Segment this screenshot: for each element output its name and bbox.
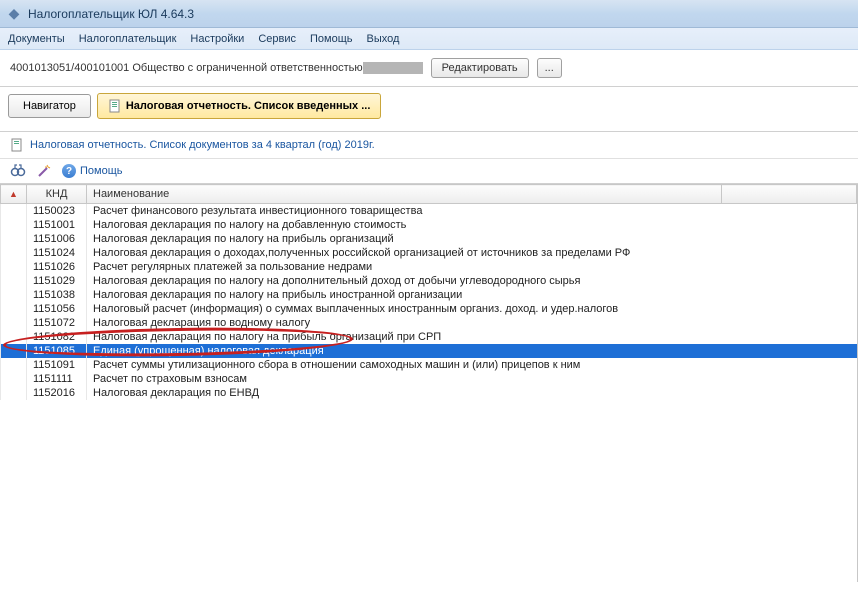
section-title: Налоговая отчетность. Список документов … bbox=[30, 139, 375, 151]
name-cell: Налоговая декларация о доходах,полученны… bbox=[87, 246, 857, 260]
knd-column[interactable]: КНД bbox=[27, 185, 87, 204]
tax-report-button[interactable]: Налоговая отчетность. Список введенных .… bbox=[97, 93, 382, 119]
more-button[interactable]: ... bbox=[537, 58, 562, 78]
row-indicator bbox=[1, 302, 27, 316]
row-indicator bbox=[1, 386, 27, 400]
toolbar-help[interactable]: ? Помощь bbox=[62, 164, 123, 178]
knd-cell: 1151085 bbox=[27, 344, 87, 358]
row-indicator bbox=[1, 260, 27, 274]
table-row[interactable]: 1151038Налоговая декларация по налогу на… bbox=[1, 288, 857, 302]
menu-taxpayer[interactable]: Налогоплательщик bbox=[79, 33, 177, 45]
info-bar: 4001013051/400101001 Общество с ограниче… bbox=[0, 50, 858, 87]
name-cell: Налоговый расчет (информация) о суммах в… bbox=[87, 302, 857, 316]
document-icon bbox=[108, 99, 122, 113]
section-header: Налоговая отчетность. Список документов … bbox=[0, 131, 858, 158]
sort-column[interactable]: ▲ bbox=[1, 185, 27, 204]
knd-cell: 1151082 bbox=[27, 330, 87, 344]
menu-service[interactable]: Сервис bbox=[258, 33, 296, 45]
name-cell: Налоговая декларация по налогу на дополн… bbox=[87, 274, 857, 288]
row-indicator bbox=[1, 288, 27, 302]
name-cell: Расчет регулярных платежей за пользовани… bbox=[87, 260, 857, 274]
name-cell: Налоговая декларация по ЕНВД bbox=[87, 386, 857, 400]
title-bar: ◆ Налогоплательщик ЮЛ 4.64.3 bbox=[0, 0, 858, 28]
name-cell: Расчет финансового результата инвестицио… bbox=[87, 204, 857, 219]
org-info: 4001013051/400101001 Общество с ограниче… bbox=[10, 62, 423, 74]
tax-report-label: Налоговая отчетность. Список введенных .… bbox=[126, 100, 371, 112]
menu-settings[interactable]: Настройки bbox=[190, 33, 244, 45]
window-title: Налогоплательщик ЮЛ 4.64.3 bbox=[28, 7, 194, 21]
knd-cell: 1152016 bbox=[27, 386, 87, 400]
knd-cell: 1151001 bbox=[27, 218, 87, 232]
row-indicator bbox=[1, 372, 27, 386]
name-column[interactable]: Наименование bbox=[87, 185, 722, 204]
table-row[interactable]: 1151029Налоговая декларация по налогу на… bbox=[1, 274, 857, 288]
row-indicator bbox=[1, 218, 27, 232]
knd-cell: 1150023 bbox=[27, 204, 87, 219]
org-hidden-part bbox=[363, 62, 423, 74]
table-row[interactable]: 1151072Налоговая декларация по водному н… bbox=[1, 316, 857, 330]
documents-table[interactable]: ▲ КНД Наименование 1150023Расчет финансо… bbox=[0, 184, 857, 400]
sort-arrow-icon: ▲ bbox=[9, 189, 18, 199]
name-cell: Налоговая декларация по налогу на прибыл… bbox=[87, 330, 857, 344]
toolbar: ? Помощь bbox=[0, 158, 858, 184]
name-cell: Налоговая декларация по налогу на прибыл… bbox=[87, 232, 857, 246]
row-indicator bbox=[1, 358, 27, 372]
menu-exit[interactable]: Выход bbox=[367, 33, 400, 45]
table-row[interactable]: 1151091Расчет суммы утилизационного сбор… bbox=[1, 358, 857, 372]
name-cell: Расчет суммы утилизационного сбора в отн… bbox=[87, 358, 857, 372]
row-indicator bbox=[1, 232, 27, 246]
knd-cell: 1151006 bbox=[27, 232, 87, 246]
table-row[interactable]: 1151001Налоговая декларация по налогу на… bbox=[1, 218, 857, 232]
table-row[interactable]: 1151082Налоговая декларация по налогу на… bbox=[1, 330, 857, 344]
wand-icon[interactable] bbox=[36, 163, 52, 179]
table-row[interactable]: 1151085Единая (упрощенная) налоговая дек… bbox=[1, 344, 857, 358]
menu-documents[interactable]: Документы bbox=[8, 33, 65, 45]
app-icon: ◆ bbox=[6, 6, 22, 22]
name-cell: Налоговая декларация по налогу на прибыл… bbox=[87, 288, 857, 302]
knd-cell: 1151038 bbox=[27, 288, 87, 302]
row-indicator bbox=[1, 344, 27, 358]
table-row[interactable]: 1150023Расчет финансового результата инв… bbox=[1, 204, 857, 219]
knd-cell: 1151024 bbox=[27, 246, 87, 260]
knd-cell: 1151111 bbox=[27, 372, 87, 386]
table-row[interactable]: 1152016Налоговая декларация по ЕНВД bbox=[1, 386, 857, 400]
help-icon: ? bbox=[62, 164, 76, 178]
toolbar-help-label: Помощь bbox=[80, 165, 123, 177]
knd-cell: 1151029 bbox=[27, 274, 87, 288]
name-cell: Расчет по страховым взносам bbox=[87, 372, 857, 386]
row-indicator bbox=[1, 274, 27, 288]
table-row[interactable]: 1151026Расчет регулярных платежей за пол… bbox=[1, 260, 857, 274]
name-cell: Единая (упрощенная) налоговая декларация bbox=[87, 344, 857, 358]
menu-bar: Документы Налогоплательщик Настройки Сер… bbox=[0, 28, 858, 50]
row-indicator bbox=[1, 246, 27, 260]
edit-button[interactable]: Редактировать bbox=[431, 58, 529, 78]
menu-help[interactable]: Помощь bbox=[310, 33, 353, 45]
nav-bar: Навигатор Налоговая отчетность. Список в… bbox=[0, 87, 858, 125]
row-indicator bbox=[1, 316, 27, 330]
table-row[interactable]: 1151024Налоговая декларация о доходах,по… bbox=[1, 246, 857, 260]
navigator-button[interactable]: Навигатор bbox=[8, 94, 91, 118]
table-header: ▲ КНД Наименование bbox=[1, 185, 857, 204]
table-row[interactable]: 1151006Налоговая декларация по налогу на… bbox=[1, 232, 857, 246]
grid-wrapper: ▲ КНД Наименование 1150023Расчет финансо… bbox=[0, 184, 858, 582]
name-cell: Налоговая декларация по налогу на добавл… bbox=[87, 218, 857, 232]
knd-cell: 1151056 bbox=[27, 302, 87, 316]
table-row[interactable]: 1151111Расчет по страховым взносам bbox=[1, 372, 857, 386]
binoculars-icon[interactable] bbox=[10, 163, 26, 179]
name-cell: Налоговая декларация по водному налогу bbox=[87, 316, 857, 330]
knd-cell: 1151091 bbox=[27, 358, 87, 372]
row-indicator bbox=[1, 204, 27, 219]
section-icon bbox=[10, 138, 24, 152]
table-row[interactable]: 1151056Налоговый расчет (информация) о с… bbox=[1, 302, 857, 316]
knd-cell: 1151026 bbox=[27, 260, 87, 274]
row-indicator bbox=[1, 330, 27, 344]
knd-cell: 1151072 bbox=[27, 316, 87, 330]
extra-column[interactable] bbox=[722, 185, 857, 204]
